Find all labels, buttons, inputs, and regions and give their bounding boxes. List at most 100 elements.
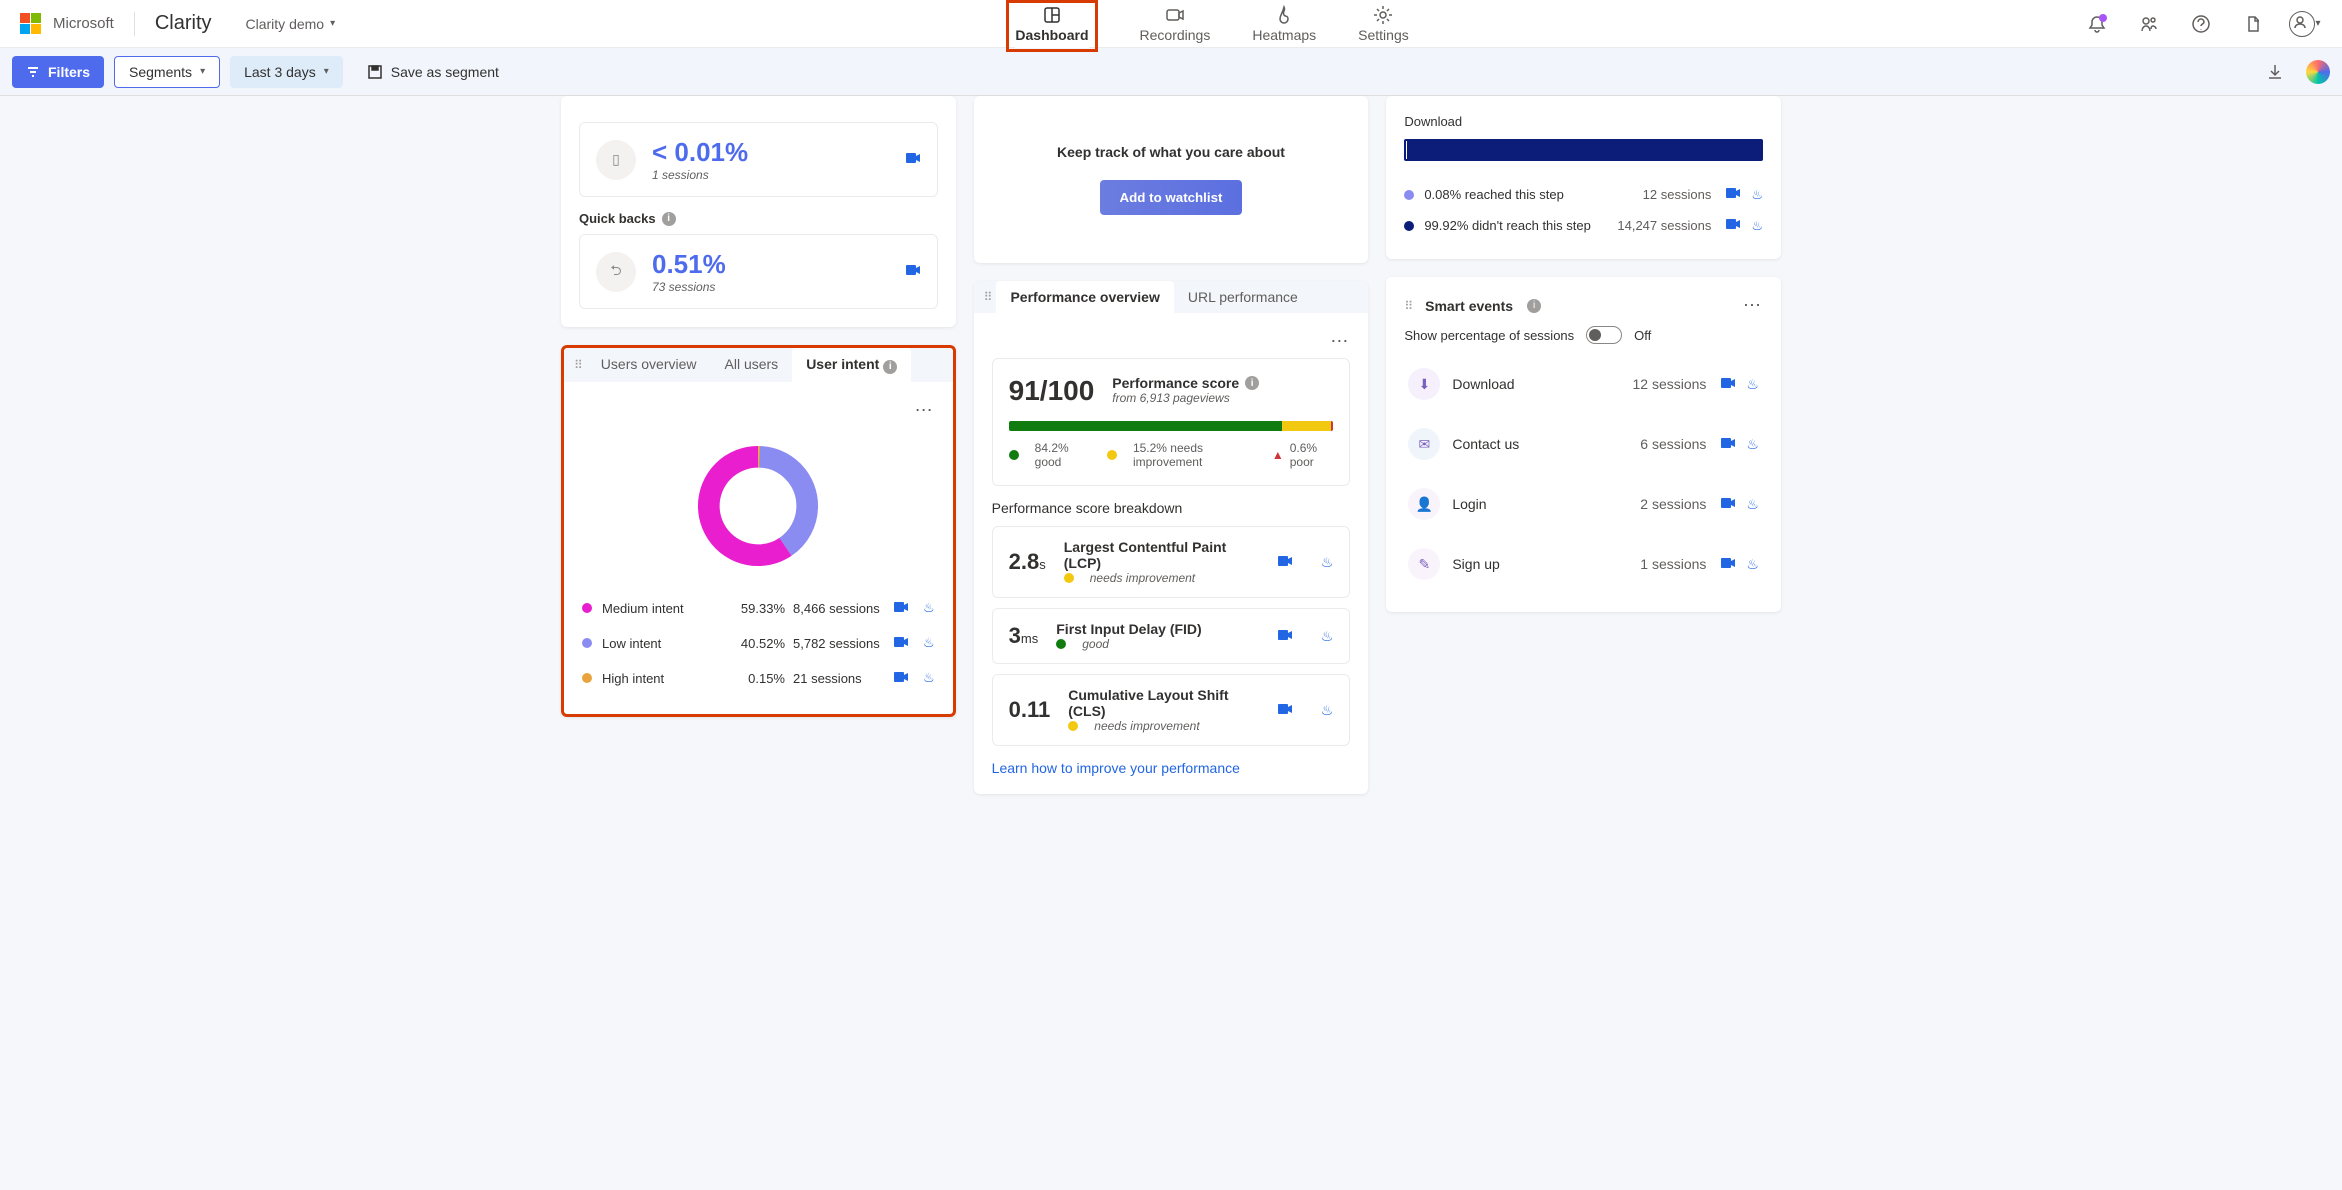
fid-row[interactable]: 3ms First Input Delay (FID)good ♨ <box>992 608 1351 664</box>
flame-icon[interactable]: ♨ <box>1321 628 1334 645</box>
chevron-down-icon: ▾ <box>330 18 335 29</box>
info-icon[interactable]: i <box>883 360 897 374</box>
filters-button[interactable]: Filters <box>12 56 104 88</box>
button-label: Save as segment <box>391 64 499 80</box>
info-icon[interactable]: i <box>662 212 676 226</box>
tab-url-performance[interactable]: URL performance <box>1174 281 1312 313</box>
flame-icon[interactable]: ♨ <box>923 600 935 616</box>
legend-low-intent[interactable]: Low intent40.52%5,782 sessions♨ <box>582 626 935 661</box>
flame-icon[interactable]: ♨ <box>1746 376 1759 393</box>
download-not-reached[interactable]: 99.92% didn't reach this step14,247 sess… <box>1404 210 1763 241</box>
info-icon[interactable]: i <box>1527 299 1541 313</box>
flame-icon[interactable]: ♨ <box>923 670 935 686</box>
video-icon[interactable] <box>1720 495 1736 514</box>
quick-backs-label: Quick backsi <box>579 211 938 226</box>
share-button[interactable] <box>2132 7 2166 41</box>
perf-legend: 84.2% good 15.2% needs improvement ▲0.6%… <box>1009 441 1334 469</box>
tab-user-intent[interactable]: User intent i <box>792 348 911 382</box>
drag-handle-icon[interactable]: ⠿ <box>1404 299 1411 313</box>
button-label: Filters <box>48 64 90 80</box>
card-menu[interactable]: ⋯ <box>992 331 1351 352</box>
project-dropdown[interactable]: Clarity demo ▾ <box>246 16 336 32</box>
button-label: Segments <box>129 64 192 80</box>
drag-handle-icon[interactable]: ⠿ <box>564 358 587 372</box>
download-report-button[interactable] <box>2258 55 2292 89</box>
event-icon: ✉ <box>1408 428 1440 460</box>
add-to-watchlist-button[interactable]: Add to watchlist <box>1100 180 1243 215</box>
video-icon[interactable] <box>1720 555 1736 574</box>
video-icon[interactable] <box>1720 435 1736 454</box>
flame-icon[interactable]: ♨ <box>1751 218 1763 234</box>
video-icon[interactable] <box>893 599 909 618</box>
flame-icon[interactable]: ♨ <box>1321 702 1334 719</box>
segments-button[interactable]: Segments ▾ <box>114 56 220 88</box>
help-button[interactable] <box>2184 7 2218 41</box>
flame-icon[interactable]: ♨ <box>1751 187 1763 203</box>
flame-icon <box>1274 5 1294 25</box>
event-row[interactable]: ✉Contact us6 sessions♨ <box>1404 414 1763 474</box>
video-icon[interactable] <box>905 150 921 169</box>
gear-icon <box>1373 5 1393 25</box>
smart-events-card: ⠿ Smart events i ⋯ Show percentage of se… <box>1386 277 1781 612</box>
legend-high-intent[interactable]: High intent0.15%21 sessions♨ <box>582 661 935 696</box>
tab-label: Settings <box>1358 27 1409 43</box>
video-icon[interactable] <box>893 669 909 688</box>
event-row[interactable]: ✎Sign up1 sessions♨ <box>1404 534 1763 594</box>
tab-heatmaps[interactable]: Heatmaps <box>1252 5 1316 47</box>
cls-row[interactable]: 0.11 Cumulative Layout Shift (CLS)needs … <box>992 674 1351 746</box>
flame-icon[interactable]: ♨ <box>1321 554 1334 571</box>
tab-recordings[interactable]: Recordings <box>1140 5 1211 47</box>
flame-icon[interactable]: ♨ <box>1746 556 1759 573</box>
notification-dot-icon <box>2099 14 2107 22</box>
dashboard-icon <box>1042 5 1062 25</box>
download-card: Download 0.08% reached this step12 sessi… <box>1386 96 1781 259</box>
tab-settings[interactable]: Settings <box>1358 5 1409 47</box>
download-icon <box>2266 63 2284 81</box>
perf-score-label: Performance scorei <box>1112 375 1259 391</box>
metric-dead-clicks[interactable]: ▯ < 0.01% 1 sessions <box>579 122 938 197</box>
legend-medium-intent[interactable]: Medium intent59.33%8,466 sessions♨ <box>582 591 935 626</box>
video-icon[interactable] <box>1720 375 1736 394</box>
flame-icon[interactable]: ♨ <box>923 635 935 651</box>
event-row[interactable]: ⬇Download12 sessions♨ <box>1404 354 1763 414</box>
date-range-button[interactable]: Last 3 days ▾ <box>230 56 343 88</box>
card-menu[interactable]: ⋯ <box>1743 295 1763 316</box>
tab-all-users[interactable]: All users <box>711 348 793 382</box>
info-icon[interactable]: i <box>1245 376 1259 390</box>
save-segment-button[interactable]: Save as segment <box>353 56 513 88</box>
document-button[interactable] <box>2236 7 2270 41</box>
notifications-button[interactable] <box>2080 7 2114 41</box>
perf-score: 91/100 <box>1009 375 1095 407</box>
video-icon[interactable] <box>1277 627 1293 646</box>
flame-icon[interactable]: ♨ <box>1746 496 1759 513</box>
download-reached[interactable]: 0.08% reached this step12 sessions♨ <box>1404 179 1763 210</box>
account-menu[interactable]: ▾ <box>2288 7 2322 41</box>
metric-quick-backs[interactable]: ⮌ 0.51% 73 sessions <box>579 234 938 309</box>
smart-events-title: Smart events <box>1425 298 1513 314</box>
flame-icon[interactable]: ♨ <box>1746 436 1759 453</box>
perf-pageviews: from 6,913 pageviews <box>1112 391 1259 405</box>
video-icon[interactable] <box>905 262 921 281</box>
drag-handle-icon[interactable]: ⠿ <box>974 290 997 304</box>
copilot-button[interactable] <box>2306 60 2330 84</box>
video-icon[interactable] <box>1725 216 1741 235</box>
video-icon <box>1165 5 1185 25</box>
warning-icon: ▲ <box>1272 448 1284 462</box>
card-menu[interactable]: ⋯ <box>582 400 935 421</box>
tab-label: Heatmaps <box>1252 27 1316 43</box>
video-icon[interactable] <box>1277 701 1293 720</box>
video-icon[interactable] <box>1277 553 1293 572</box>
donut-chart-icon <box>693 441 823 571</box>
filter-bar: Filters Segments ▾ Last 3 days ▾ Save as… <box>0 48 2342 96</box>
tab-users-overview[interactable]: Users overview <box>587 348 711 382</box>
tab-dashboard[interactable]: Dashboard <box>1015 5 1088 47</box>
event-row[interactable]: 👤Login2 sessions♨ <box>1404 474 1763 534</box>
perf-distribution-bar <box>1009 421 1334 431</box>
video-icon[interactable] <box>1725 185 1741 204</box>
percentage-toggle[interactable] <box>1586 326 1622 344</box>
save-icon <box>367 64 383 80</box>
learn-performance-link[interactable]: Learn how to improve your performance <box>992 760 1240 776</box>
tab-performance-overview[interactable]: Performance overview <box>996 281 1173 313</box>
lcp-row[interactable]: 2.8s Largest Contentful Paint (LCP)needs… <box>992 526 1351 598</box>
video-icon[interactable] <box>893 634 909 653</box>
